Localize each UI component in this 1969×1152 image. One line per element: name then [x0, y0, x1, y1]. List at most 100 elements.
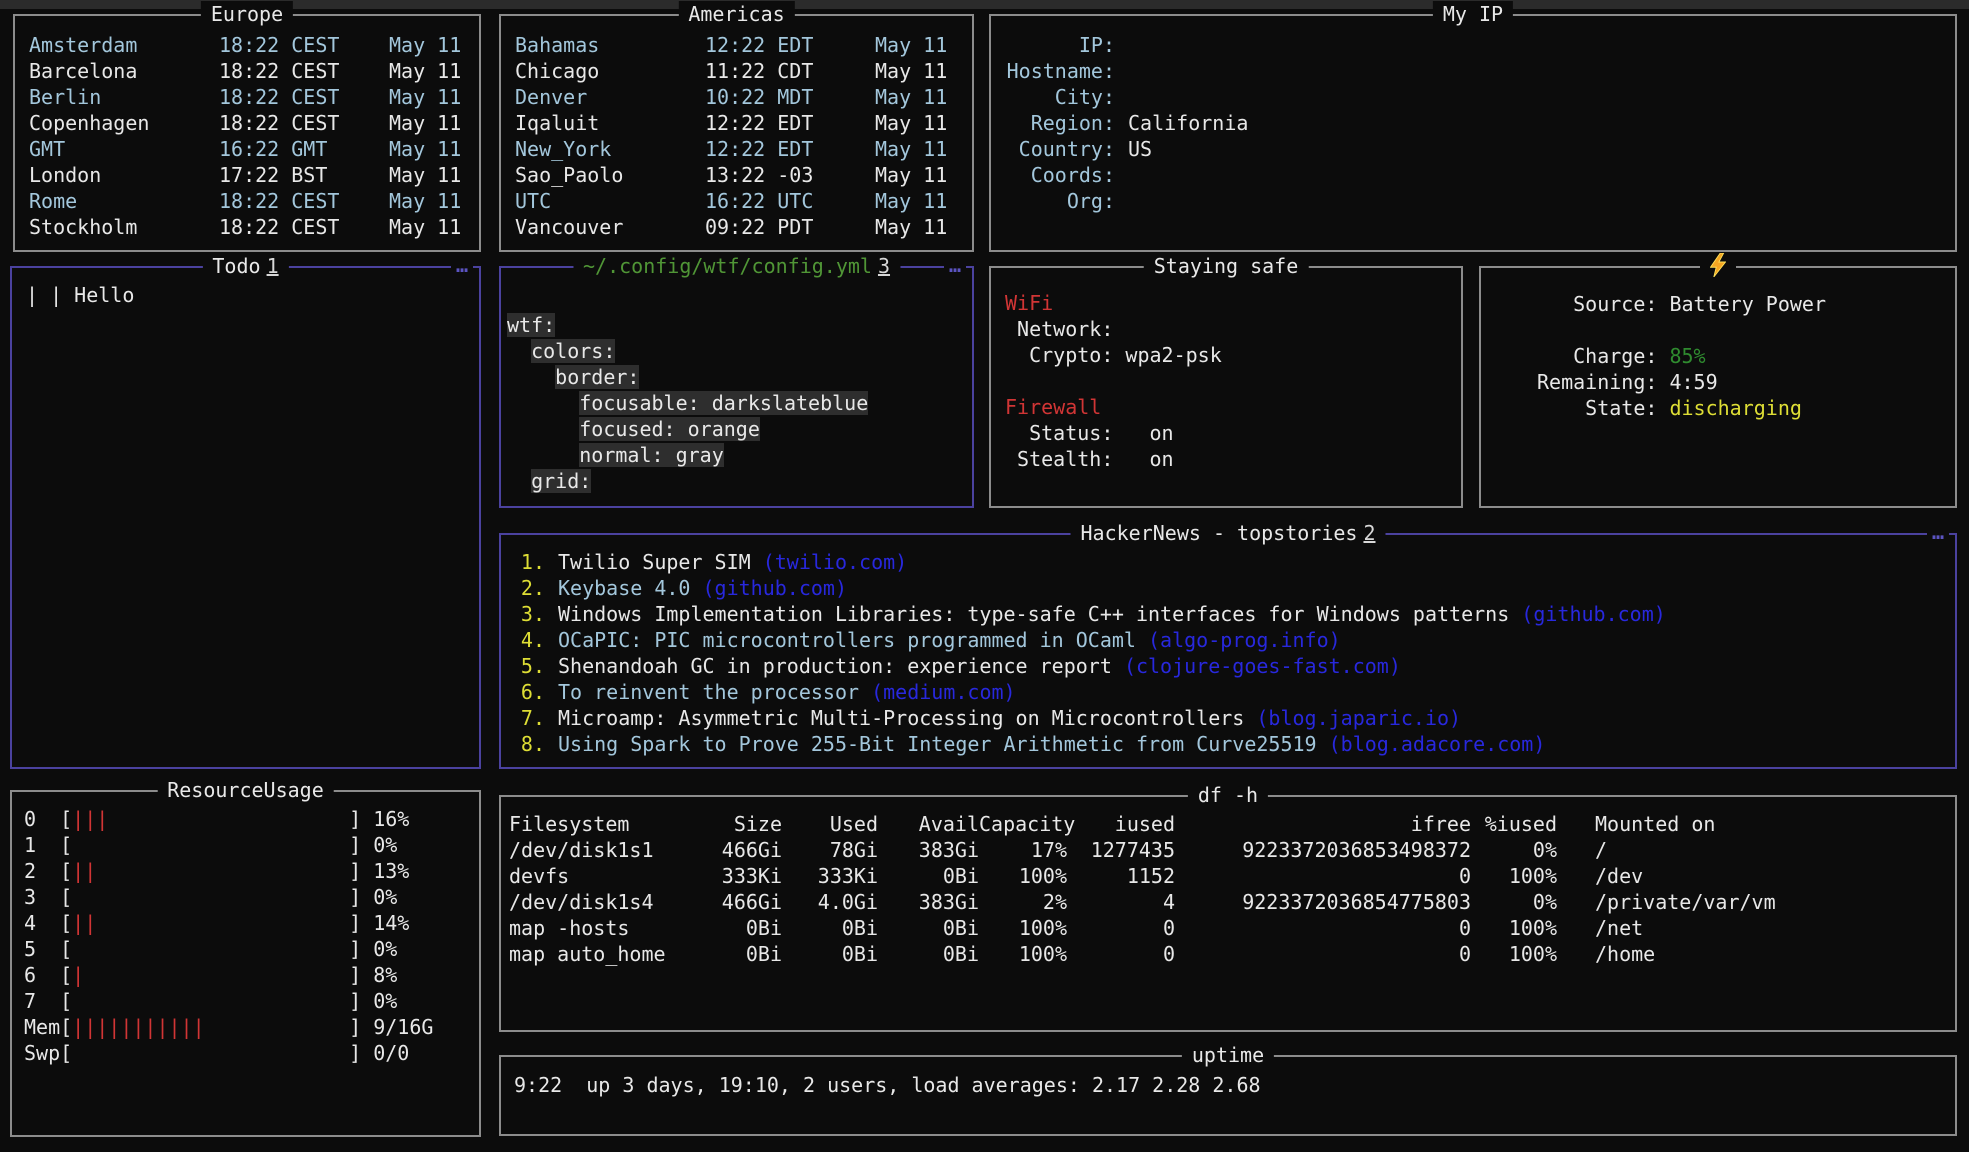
panel-title: Staying safe [1144, 253, 1309, 279]
clock-date: May 11 [875, 136, 958, 162]
resource-usage-gauges: 0 [||| ] 16%1 [ ] 0%2 [|| ] 13%3 [ ] 0%4… [12, 792, 479, 1066]
gauge-fill: ] [72, 1041, 373, 1065]
story-domain-link[interactable]: (clojure-goes-fast.com) [1124, 653, 1401, 679]
story-domain-link[interactable]: (blog.adacore.com) [1329, 731, 1546, 757]
story-title[interactable]: Keybase 4.0 [558, 575, 703, 601]
wtf-terminal-dashboard: Europe Amsterdam18:22 CESTMay 11Barcelon… [0, 0, 1969, 1152]
ip-field-label: Org: [1005, 188, 1115, 214]
df-cell: 0Bi [709, 941, 782, 967]
hackernews-story-list: 1.Twilio Super SIM (twilio.com)2. Keybase… [501, 535, 1955, 757]
panel-df: df -h FilesystemSizeUsedAvailCapacityius… [499, 795, 1957, 1032]
config-code: colors: [531, 339, 615, 363]
df-cell: 100% [1471, 915, 1557, 941]
ip-field-row: Region:California [1005, 110, 1941, 136]
ip-field-row: Coords: [1005, 162, 1941, 188]
story-rank: 4. [519, 627, 545, 653]
df-cell: 0Bi [709, 915, 782, 941]
config-code: focused: orange [579, 417, 760, 441]
clock-time: 16:22 UTC [705, 188, 875, 214]
story-title[interactable]: Twilio Super SIM [558, 549, 763, 575]
panel-title: My IP [1433, 1, 1513, 27]
story-rank: 8. [519, 731, 545, 757]
story-title[interactable]: To reinvent the processor [558, 679, 871, 705]
hackernews-story[interactable]: 3. Windows Implementation Libraries: type… [519, 601, 1955, 627]
todo-item[interactable]: | | Hello [26, 282, 465, 308]
config-indent [507, 443, 579, 467]
hackernews-story[interactable]: 2. Keybase 4.0 (github.com) [519, 575, 1955, 601]
story-title[interactable]: Microamp: Asymmetric Multi-Processing on… [558, 705, 1256, 731]
df-cell: /dev/disk1s1 [509, 837, 709, 863]
hackernews-story[interactable]: 8. Using Spark to Prove 255-Bit Integer A… [519, 731, 1955, 757]
panel-config-yml[interactable]: ~/.config/wtf/config.yml3 … wtf: colors:… [499, 266, 974, 508]
story-domain-link[interactable]: (github.com) [1521, 601, 1666, 627]
df-cell: /net [1557, 915, 1955, 941]
resource-gauge-row: Mem[||||||||||| ] 9/16G [24, 1014, 479, 1040]
story-domain-link[interactable]: (blog.japaric.io) [1256, 705, 1461, 731]
df-header-cell: Filesystem [509, 811, 709, 837]
config-line: grid: [507, 468, 972, 494]
hackernews-story[interactable]: 5. Shenandoah GC in production: experienc… [519, 653, 1955, 679]
panel-todo[interactable]: Todo1 … | | Hello [10, 266, 481, 769]
uptime-text: 9:22 up 3 days, 19:10, 2 users, load ave… [514, 1072, 1955, 1098]
config-line: border: [507, 364, 972, 390]
df-cell: /dev [1557, 863, 1955, 889]
security-line: Network: [1005, 316, 1461, 342]
config-line: focused: orange [507, 416, 972, 442]
clock-row: Iqaluit12:22 EDTMay 11 [515, 110, 958, 136]
df-cell: 2% [979, 889, 1067, 915]
clock-city: Chicago [515, 58, 705, 84]
clock-row: Barcelona18:22 CESTMay 11 [29, 58, 465, 84]
story-rank: 5. [519, 653, 545, 679]
ip-field-label: City: [1005, 84, 1115, 110]
gauge-fill: ] [96, 859, 373, 883]
hackernews-story[interactable]: 1.Twilio Super SIM (twilio.com) [519, 549, 1955, 575]
df-cell: 0Bi [878, 915, 979, 941]
clock-date: May 11 [875, 110, 958, 136]
df-cell: 0 [1175, 863, 1471, 889]
ip-field-value: US [1128, 137, 1152, 161]
clock-time: 18:22 CEST [219, 110, 389, 136]
gauge-fill: ] [96, 911, 373, 935]
df-cell: 0 [1175, 915, 1471, 941]
df-header-row: FilesystemSizeUsedAvailCapacityiusedifre… [509, 811, 1955, 837]
df-cell: 0Bi [782, 915, 878, 941]
config-line: normal: gray [507, 442, 972, 468]
clock-city: Barcelona [29, 58, 219, 84]
panel-title: HackerNews - topstories2 [1071, 520, 1386, 546]
hackernews-story[interactable]: 6.To reinvent the processor (medium.com) [519, 679, 1955, 705]
resource-gauge-row: 1 [ ] 0% [24, 832, 479, 858]
story-title[interactable]: OCaPIC: PIC microcontrollers programmed … [558, 627, 1148, 653]
panel-title: Europe [201, 1, 293, 27]
gauge-value: 0/0 [373, 1041, 409, 1065]
gauge-value: 0% [373, 833, 397, 857]
overflow-ellipsis: … [451, 252, 473, 278]
ip-field-row: IP: [1005, 32, 1941, 58]
ip-field-label: IP: [1005, 32, 1115, 58]
story-title[interactable]: Windows Implementation Libraries: type-s… [558, 601, 1521, 627]
clock-row: Stockholm18:22 CESTMay 11 [29, 214, 465, 240]
clock-city: Vancouver [515, 214, 705, 240]
story-rank: 3. [519, 601, 545, 627]
hackernews-story[interactable]: 4. OCaPIC: PIC microcontrollers programme… [519, 627, 1955, 653]
config-shortcut-key: 3 [878, 254, 890, 278]
hackernews-story[interactable]: 7.Microamp: Asymmetric Multi-Processing … [519, 705, 1955, 731]
gauge-bar: ||||||||||| [72, 1015, 204, 1039]
battery-label: Charge: [1537, 344, 1669, 368]
story-domain-link[interactable]: (twilio.com) [763, 549, 908, 575]
story-domain-link[interactable]: (medium.com) [871, 679, 1016, 705]
clock-row: Vancouver09:22 PDTMay 11 [515, 214, 958, 240]
df-cell: 0Bi [782, 941, 878, 967]
clock-date: May 11 [875, 188, 958, 214]
panel-hackernews[interactable]: HackerNews - topstories2 … 1.Twilio Supe… [499, 533, 1957, 769]
gauge-fill: ] [72, 885, 373, 909]
story-title[interactable]: Using Spark to Prove 255-Bit Integer Ari… [558, 731, 1329, 757]
story-title[interactable]: Shenandoah GC in production: experience … [558, 653, 1124, 679]
config-code: border: [555, 365, 639, 389]
clock-date: May 11 [875, 58, 958, 84]
df-cell: 0% [1471, 889, 1557, 915]
story-domain-link[interactable]: (algo-prog.info) [1148, 627, 1341, 653]
ip-field-row: City: [1005, 84, 1941, 110]
story-rank: 2. [519, 575, 545, 601]
story-domain-link[interactable]: (github.com) [703, 575, 848, 601]
battery-value: 4:59 [1669, 370, 1717, 394]
